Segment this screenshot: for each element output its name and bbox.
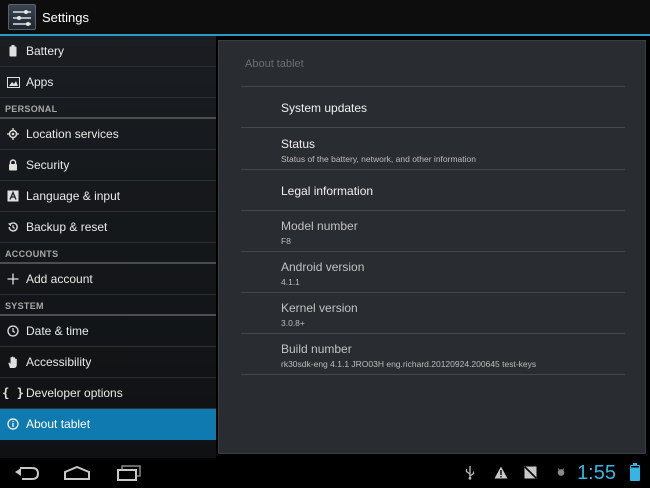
info-icon <box>0 418 26 430</box>
system-bar: 1:55 <box>0 458 650 488</box>
sidebar-item-label: Location services <box>26 127 119 141</box>
plus-icon <box>0 273 26 285</box>
sidebar-item-label: Backup & reset <box>26 220 108 234</box>
pref-legal-information[interactable]: Legal information <box>281 184 373 198</box>
settings-app-icon[interactable] <box>8 4 36 30</box>
battery-status-icon <box>630 463 640 481</box>
sidebar-item-backup[interactable]: Backup & reset <box>0 212 216 243</box>
sidebar-item-label: Developer options <box>26 386 123 400</box>
divider <box>241 169 625 170</box>
location-icon <box>0 128 26 140</box>
pref-title: Kernel version <box>281 301 358 315</box>
clock-icon <box>0 325 26 337</box>
action-bar: Settings <box>0 0 650 36</box>
divider <box>241 374 625 375</box>
lock-icon <box>0 159 26 171</box>
panel-section-label: About tablet <box>245 58 304 70</box>
battery-icon <box>0 45 26 57</box>
about-tablet-panel: About tablet System updates Status Statu… <box>218 40 646 454</box>
pref-summary: rk30sdk-eng 4.1.1 JRO03H eng.richard.201… <box>281 359 537 369</box>
section-header-system: SYSTEM <box>0 295 216 316</box>
divider <box>241 127 625 128</box>
settings-sidebar: Battery Apps PERSONAL Location services … <box>0 36 216 458</box>
pref-title: Android version <box>281 260 365 274</box>
sidebar-item-about-tablet[interactable]: About tablet <box>0 409 216 440</box>
pref-build-number[interactable]: Build number rk30sdk-eng 4.1.1 JRO03H en… <box>281 342 536 369</box>
sidebar-item-apps[interactable]: Apps <box>0 67 216 98</box>
divider <box>241 86 625 87</box>
no-sim-icon <box>524 466 537 482</box>
sidebar-item-accessibility[interactable]: Accessibility <box>0 347 216 378</box>
backup-icon <box>0 221 26 233</box>
pref-summary: 3.0.8+ <box>281 318 305 328</box>
language-icon <box>0 190 26 202</box>
pref-title: System updates <box>281 101 368 115</box>
pref-model-number: Model number F8 <box>281 219 358 246</box>
sidebar-item-label: Battery <box>26 44 65 58</box>
divider <box>241 292 625 293</box>
section-header-accounts: ACCOUNTS <box>0 243 216 264</box>
debug-icon <box>556 466 566 480</box>
section-header-personal: PERSONAL <box>0 98 216 119</box>
pref-title: Model number <box>281 219 358 233</box>
divider <box>241 251 625 252</box>
pref-system-updates[interactable]: System updates <box>281 101 367 115</box>
apps-icon <box>0 76 26 88</box>
home-icon[interactable] <box>62 464 92 482</box>
pref-title: Legal information <box>281 184 374 198</box>
sidebar-item-language[interactable]: Language & input <box>0 181 216 212</box>
divider <box>241 333 625 334</box>
sidebar-item-developer-options[interactable]: { } Developer options <box>0 378 216 409</box>
sidebar-item-label: Add account <box>26 272 93 286</box>
sidebar-item-battery[interactable]: Battery <box>0 36 216 67</box>
sidebar-item-security[interactable]: Security <box>0 150 216 181</box>
app-title: Settings <box>42 9 89 25</box>
pref-summary: Status of the battery, network, and othe… <box>281 154 476 164</box>
sidebar-item-add-account[interactable]: Add account <box>0 264 216 295</box>
pref-summary: 4.1.1 <box>281 277 300 287</box>
sidebar-item-label: Accessibility <box>26 355 92 369</box>
back-icon[interactable] <box>12 464 42 482</box>
sidebar-item-label: Date & time <box>26 324 89 338</box>
sidebar-item-label: Apps <box>26 75 54 89</box>
recent-apps-icon[interactable] <box>114 464 144 482</box>
pref-android-version[interactable]: Android version 4.1.1 <box>281 260 364 287</box>
pref-status[interactable]: Status Status of the battery, network, a… <box>281 137 476 164</box>
pref-summary: F8 <box>281 236 291 246</box>
braces-icon: { } <box>2 386 24 400</box>
pref-kernel-version: Kernel version 3.0.8+ <box>281 301 358 328</box>
status-clock: 1:55 <box>577 462 616 484</box>
hand-icon <box>0 356 26 369</box>
pref-title: Build number <box>281 342 352 356</box>
warning-icon <box>494 466 508 482</box>
usb-icon <box>465 466 475 483</box>
sidebar-item-label: About tablet <box>26 417 91 431</box>
sidebar-item-label: Security <box>26 158 70 172</box>
divider <box>241 210 625 211</box>
sidebar-item-label: Language & input <box>26 189 121 203</box>
pref-title: Status <box>281 137 316 151</box>
sidebar-item-date-time[interactable]: Date & time <box>0 316 216 347</box>
sidebar-item-location[interactable]: Location services <box>0 119 216 150</box>
